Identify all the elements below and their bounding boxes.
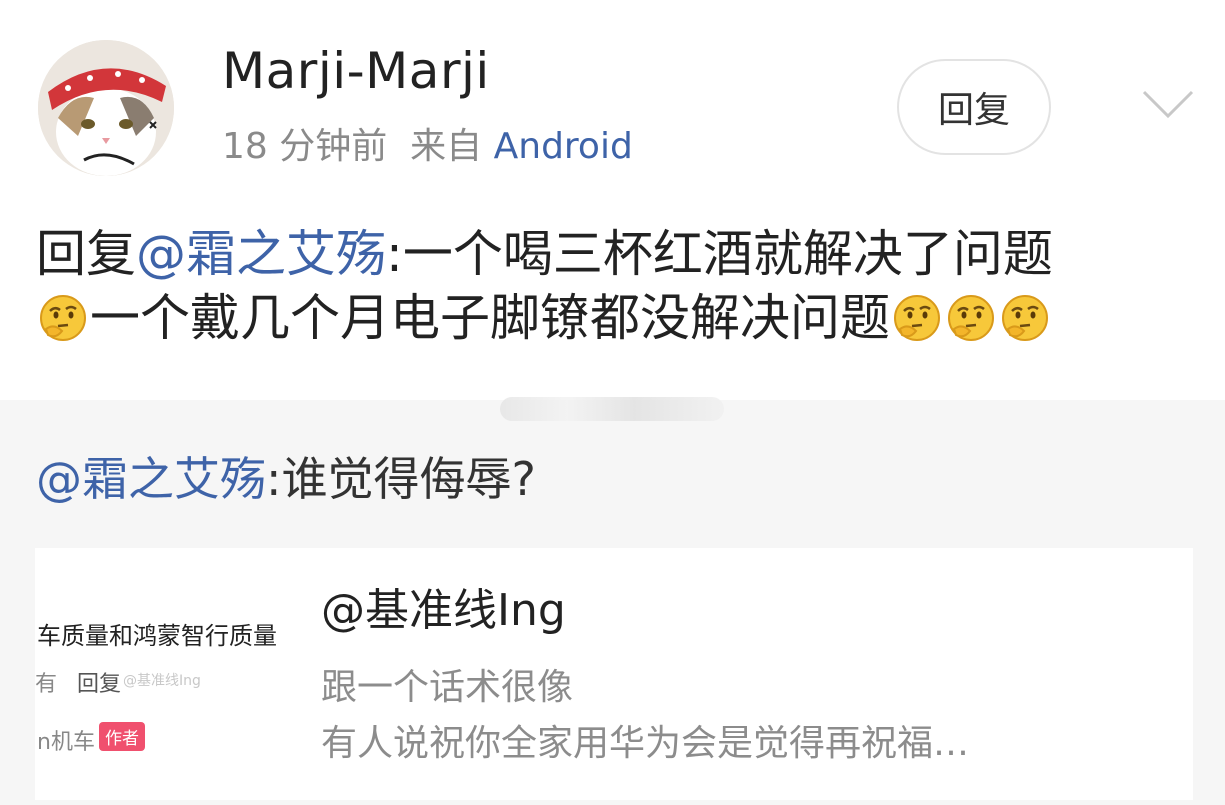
card-title[interactable]: @基准线Ing [321, 584, 566, 638]
thumb-user: n机车 [37, 730, 95, 755]
post-body-line-2: 一个戴几个月电子脚镣都没解决问题 [36, 286, 1196, 350]
chevron-down-icon[interactable] [1140, 84, 1196, 128]
link-card[interactable]: 车质量和鸿蒙智行质量 有 回复 @基准线Ing n机车 作者 @基准线Ing 跟… [35, 548, 1193, 800]
thumb-watermark: @基准线Ing [123, 673, 201, 689]
post-body-text-1: :一个喝三杯红酒就解决了问题 [386, 225, 1053, 283]
thumb-headline: 车质量和鸿蒙智行质量 [37, 622, 277, 650]
mention-link[interactable]: @霜之艾殇 [136, 225, 386, 283]
post-body: 回复@霜之艾殇:一个喝三杯红酒就解决了问题 一个戴几个月电子脚镣都没解决问题 [36, 222, 1196, 350]
post-body-text-2: 一个戴几个月电子脚镣都没解决问题 [90, 289, 890, 347]
blurred-divider [500, 397, 724, 421]
thumb-reply: 回复 [77, 672, 122, 697]
card-desc-line-1: 跟一个话术很像 [321, 667, 574, 708]
cat-avatar-image [38, 40, 174, 176]
card-description: 跟一个话术很像 有人说祝你全家用华为会是觉得再祝福… [321, 660, 969, 772]
avatar[interactable] [38, 40, 174, 176]
from-label: 来自 [410, 126, 483, 167]
post-source[interactable]: Android [494, 126, 633, 167]
quoted-text: @霜之艾殇:谁觉得侮辱? [36, 450, 536, 508]
author-tag-badge: 作者 [99, 722, 145, 751]
quoted-mention-link[interactable]: @霜之艾殇 [36, 452, 266, 506]
thinking-face-emoji-icon [1002, 295, 1048, 341]
post-meta: 18 分钟前 来自 Android [222, 123, 633, 171]
post-time: 18 分钟前 [222, 126, 388, 167]
reply-prefix: 回复 [36, 225, 136, 283]
reply-button[interactable]: 回复 [897, 59, 1051, 155]
card-desc-line-2: 有人说祝你全家用华为会是觉得再祝福… [321, 723, 970, 764]
thinking-face-emoji-icon [40, 295, 86, 341]
thumb-reply-left: 有 [35, 672, 58, 697]
thinking-face-emoji-icon [948, 295, 994, 341]
quoted-body: :谁觉得侮辱? [266, 452, 536, 506]
author-name[interactable]: Marji-Marji [222, 40, 490, 102]
card-thumbnail: 车质量和鸿蒙智行质量 有 回复 @基准线Ing n机车 作者 [35, 548, 297, 800]
thinking-face-emoji-icon [894, 295, 940, 341]
post-body-line-1: 回复@霜之艾殇:一个喝三杯红酒就解决了问题 [36, 222, 1196, 286]
